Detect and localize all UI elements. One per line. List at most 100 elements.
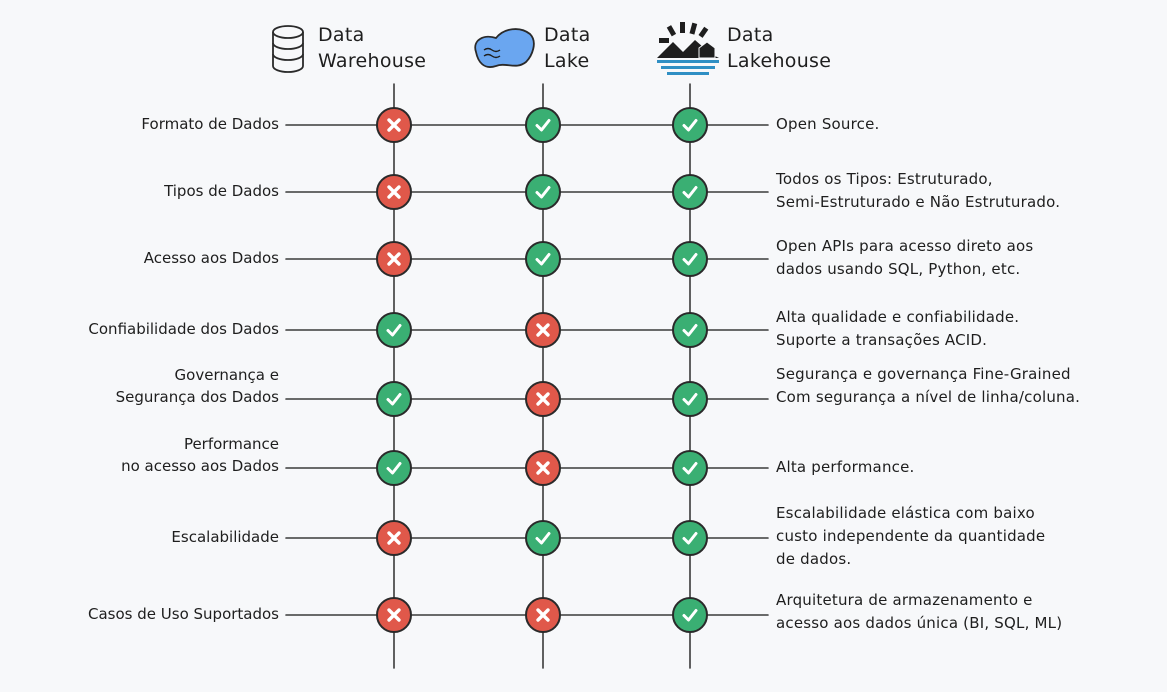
cross-icon xyxy=(536,392,550,406)
unsupported-mark-dl xyxy=(525,381,561,417)
feature-label: Tipos de Dados xyxy=(164,180,279,202)
feature-label: Acesso aos Dados xyxy=(144,247,279,269)
column-title-line2: Warehouse xyxy=(318,50,427,72)
column-header-data-warehouse: Data Warehouse xyxy=(268,22,426,78)
comparison-diagram: Data Warehouse Data Lake Data Lakehouse … xyxy=(0,0,1167,692)
cross-icon xyxy=(536,323,550,337)
unsupported-mark-dl xyxy=(525,450,561,486)
supported-mark-lh xyxy=(672,450,708,486)
supported-mark-lh xyxy=(672,107,708,143)
check-icon xyxy=(682,253,698,266)
unsupported-mark-dw xyxy=(376,241,412,277)
cross-icon xyxy=(387,252,401,266)
cross-icon xyxy=(387,608,401,622)
check-icon xyxy=(535,186,551,199)
check-icon xyxy=(682,324,698,337)
description-line: Suporte a transações ACID. xyxy=(776,331,988,349)
feature-label-line: Acesso aos Dados xyxy=(143,249,279,267)
feature-label: Performance no acesso aos Dados xyxy=(121,433,279,477)
unsupported-mark-dl xyxy=(525,597,561,633)
supported-mark-dl xyxy=(525,174,561,210)
unsupported-mark-dl xyxy=(525,312,561,348)
feature-label: Escalabilidade xyxy=(171,526,279,548)
description-line: Open Source. xyxy=(776,115,880,133)
description-line: dados usando SQL, Python, etc. xyxy=(776,260,1021,278)
database-icon xyxy=(272,25,304,73)
check-icon xyxy=(682,393,698,406)
description-text: Segurança e governança Fine-Grained Com s… xyxy=(776,363,1080,409)
check-icon xyxy=(535,532,551,545)
check-icon xyxy=(535,119,551,132)
feature-label: Governança e Segurança dos Dados xyxy=(116,364,279,408)
lakehouse-icon xyxy=(657,22,719,75)
unsupported-mark-dw xyxy=(376,107,412,143)
lake-icon xyxy=(474,28,535,68)
feature-label-line: Segurança dos Dados xyxy=(115,388,279,406)
check-icon xyxy=(682,609,698,622)
cross-icon xyxy=(387,531,401,545)
check-icon xyxy=(682,532,698,545)
description-text: Open APIs para acesso direto aos dados us… xyxy=(776,235,1033,281)
feature-label-line: Governança e xyxy=(174,366,279,384)
check-icon xyxy=(386,324,402,337)
check-icon xyxy=(682,186,698,199)
check-icon xyxy=(682,462,698,475)
cross-icon xyxy=(387,118,401,132)
column-title-line2: Lake xyxy=(544,50,590,72)
supported-mark-lh xyxy=(672,520,708,556)
description-line: Semi-Estruturado e Não Estruturado. xyxy=(776,193,1061,211)
column-header-data-lake: Data Lake xyxy=(470,22,591,74)
description-line: de dados. xyxy=(776,550,852,568)
feature-label-line: Tipos de Dados xyxy=(164,182,279,200)
unsupported-mark-dw xyxy=(376,174,412,210)
description-line: custo independente da quantidade xyxy=(776,527,1046,545)
description-line: acesso aos dados única (BI, SQL, ML) xyxy=(776,614,1063,632)
supported-mark-dw xyxy=(376,450,412,486)
unsupported-mark-dw xyxy=(376,520,412,556)
supported-mark-lh xyxy=(672,174,708,210)
check-icon xyxy=(535,253,551,266)
feature-label: Formato de Dados xyxy=(141,113,279,135)
description-line: Segurança e governança Fine-Grained xyxy=(776,365,1071,383)
supported-mark-dl xyxy=(525,520,561,556)
feature-label-line: Casos de Uso Suportados xyxy=(88,605,279,623)
check-icon xyxy=(386,393,402,406)
cross-icon xyxy=(536,608,550,622)
check-icon xyxy=(386,462,402,475)
check-icon xyxy=(682,119,698,132)
supported-mark-lh xyxy=(672,381,708,417)
description-text: Arquitetura de armazenamento e acesso aos… xyxy=(776,589,1062,635)
description-text: Todos os Tipos: Estruturado, Semi-Estrutu… xyxy=(776,168,1060,214)
description-text: Alta qualidade e confiabilidade. Suporte … xyxy=(776,306,1019,352)
unsupported-mark-dw xyxy=(376,597,412,633)
feature-label-line: Confiabilidade dos Dados xyxy=(88,320,279,338)
description-line: Open APIs para acesso direto aos xyxy=(776,237,1034,255)
description-line: Alta performance. xyxy=(776,458,915,476)
description-text: Escalabilidade elástica com baixo custo i… xyxy=(776,502,1045,571)
cross-icon xyxy=(536,461,550,475)
description-text: Open Source. xyxy=(776,113,880,136)
feature-label: Confiabilidade dos Dados xyxy=(88,318,279,340)
feature-label: Casos de Uso Suportados xyxy=(88,603,279,625)
supported-mark-dw xyxy=(376,312,412,348)
description-line: Arquitetura de armazenamento e xyxy=(776,591,1033,609)
description-line: Escalabilidade elástica com baixo xyxy=(776,504,1035,522)
supported-mark-lh xyxy=(672,312,708,348)
cross-icon xyxy=(387,185,401,199)
feature-label-line: Escalabilidade xyxy=(171,528,279,546)
feature-label-line: no acesso aos Dados xyxy=(121,457,279,475)
column-title-line2: Lakehouse xyxy=(727,50,832,72)
column-title-line1: Data xyxy=(544,24,591,46)
supported-mark-dw xyxy=(376,381,412,417)
description-line: Todos os Tipos: Estruturado, xyxy=(776,170,993,188)
feature-label-line: Performance xyxy=(183,435,279,453)
column-header-data-lakehouse: Data Lakehouse xyxy=(655,22,831,80)
feature-label-line: Formato de Dados xyxy=(141,115,279,133)
supported-mark-dl xyxy=(525,107,561,143)
description-text: Alta performance. xyxy=(776,456,915,479)
description-line: Alta qualidade e confiabilidade. xyxy=(776,308,1020,326)
description-line: Com segurança a nível de linha/coluna. xyxy=(776,388,1081,406)
supported-mark-lh xyxy=(672,241,708,277)
column-title-line1: Data xyxy=(318,24,365,46)
supported-mark-dl xyxy=(525,241,561,277)
